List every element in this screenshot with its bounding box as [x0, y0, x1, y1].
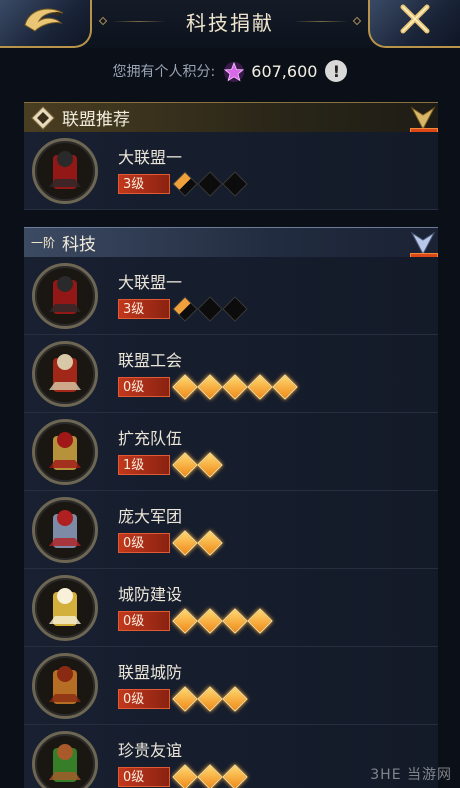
progress-pips [172, 452, 226, 478]
points-value: 607,600 [251, 61, 318, 81]
progress-pips [172, 530, 226, 556]
level-badge: 1级 [118, 455, 170, 475]
tech-name: 扩充队伍 [118, 429, 183, 448]
progress-pips [172, 374, 301, 400]
tech-row[interactable]: 联盟城防 0级 [24, 647, 438, 725]
pip-diamond-icon [197, 608, 223, 634]
tech-name: 珍贵友谊 [118, 741, 183, 760]
progress-pips [172, 171, 251, 197]
pip-diamond-icon [247, 374, 273, 400]
top-bar: 科技捐献 [0, 0, 460, 48]
pip-diamond-icon [172, 452, 198, 478]
pip-diamond-icon [222, 296, 248, 322]
pip-diamond-icon [197, 452, 223, 478]
pip-diamond-icon [197, 764, 223, 788]
pip-diamond-icon [197, 530, 223, 556]
tech-name: 联盟工会 [118, 351, 183, 370]
tech-name: 城防建设 [118, 585, 183, 604]
knight-throne-icon [32, 138, 98, 204]
tech-name: 庞大军团 [118, 507, 183, 526]
herb-pot-icon [32, 731, 98, 788]
level-badge: 3级 [118, 174, 170, 194]
pip-diamond-icon [172, 171, 198, 197]
pip-diamond-icon [172, 608, 198, 634]
level-badge: 0级 [118, 377, 170, 397]
tech-list: 大联盟一 3级 联盟工会 0级 扩充队伍 1级 庞大军团 0级 城防建设 0级 联盟城防 0 [24, 257, 438, 788]
level-badge: 0级 [118, 767, 170, 787]
armored-warrior-icon [32, 497, 98, 563]
title-bar: 科技捐献 [98, 0, 362, 42]
pip-diamond-icon [172, 374, 198, 400]
page-title: 科技捐献 [186, 10, 274, 35]
info-icon[interactable]: ! [325, 60, 348, 82]
tech-section-header: 一阶 科技 [24, 227, 438, 257]
pip-diamond-icon [222, 608, 248, 634]
tech-row[interactable]: 联盟工会 0级 [24, 335, 438, 413]
star-icon [223, 61, 245, 82]
pip-diamond-icon [222, 686, 248, 712]
pip-diamond-icon [172, 686, 198, 712]
close-button[interactable] [368, 0, 460, 48]
pip-diamond-icon [197, 374, 223, 400]
title-ornament-right [352, 16, 362, 26]
tech-row[interactable]: 大联盟一 3级 [24, 257, 438, 335]
recommend-section-title: 联盟推荐 [62, 110, 130, 130]
pip-diamond-icon [197, 171, 223, 197]
tech-name: 大联盟一 [118, 148, 183, 167]
tech-tier-badge: 一阶 [30, 236, 55, 250]
progress-pips [172, 686, 251, 712]
pip-diamond-icon [247, 608, 273, 634]
progress-pips [172, 296, 251, 322]
back-button[interactable] [0, 0, 92, 48]
pip-diamond-icon [197, 296, 223, 322]
fortress-gate-icon [32, 653, 98, 719]
recommend-section-header: 联盟推荐 [24, 102, 438, 132]
tech-row[interactable]: 扩充队伍 1级 [24, 413, 438, 491]
pip-diamond-icon [197, 686, 223, 712]
watermark: 3HE 当游网 [370, 767, 452, 783]
pip-diamond-icon [222, 374, 248, 400]
chevron-down-icon[interactable] [410, 105, 436, 131]
knight-throne-icon [32, 263, 98, 329]
tech-section-title: 科技 [62, 235, 96, 255]
shield-crest-icon [32, 419, 98, 485]
title-ornament-left [98, 16, 108, 26]
pip-diamond-icon [222, 171, 248, 197]
chevron-down-icon[interactable] [410, 230, 436, 256]
recommend-badge-icon [24, 103, 62, 133]
level-badge: 0级 [118, 611, 170, 631]
banner-sword-icon [32, 341, 98, 407]
tech-row[interactable]: 城防建设 0级 [24, 569, 438, 647]
close-icon [397, 1, 433, 45]
recommend-section: 联盟推荐 荐 大联盟一3级 [24, 102, 438, 210]
tech-section: 一阶 科技 荐 大联盟一3级 联盟工会0级 扩充队伍1级 [24, 227, 438, 788]
pip-diamond-icon [172, 764, 198, 788]
pip-diamond-icon [172, 296, 198, 322]
points-label: 您拥有个人积分: [112, 64, 216, 80]
points-row: 您拥有个人积分: 607,600 ! [0, 56, 460, 86]
level-badge: 3级 [118, 299, 170, 319]
tech-row[interactable]: 庞大军团 0级 [24, 491, 438, 569]
dragon-back-icon [19, 3, 71, 43]
tech-row[interactable]: 大联盟一 3级 [24, 132, 438, 210]
pip-diamond-icon [172, 530, 198, 556]
level-badge: 0级 [118, 533, 170, 553]
pip-diamond-icon [272, 374, 298, 400]
progress-pips [172, 764, 251, 788]
gold-brick-icon [32, 575, 98, 641]
level-badge: 0级 [118, 689, 170, 709]
pip-diamond-icon [222, 764, 248, 788]
progress-pips [172, 608, 276, 634]
tech-name: 大联盟一 [118, 273, 183, 292]
tech-name: 联盟城防 [118, 663, 183, 682]
recommend-list: 大联盟一 3级 [24, 132, 438, 210]
